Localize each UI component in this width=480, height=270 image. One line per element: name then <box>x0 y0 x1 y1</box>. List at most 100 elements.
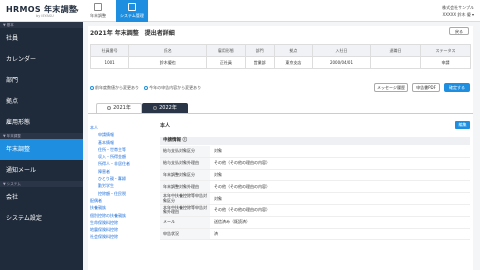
page-title: 2021年 年末調整 提出者詳細 <box>90 30 175 37</box>
tab-label: システム管理 <box>120 13 144 18</box>
status-cell: 申請 <box>420 56 471 69</box>
info-row: メール 送信済み（既読済） <box>160 216 470 229</box>
nav-link[interactable]: ひとり親・寡婦 <box>90 175 152 182</box>
sidebar-item-company[interactable]: 会社 <box>0 187 83 208</box>
sidebar-item-departments[interactable]: 部門 <box>0 70 83 91</box>
declaration-pdf-button[interactable]: 申告書PDF <box>412 83 440 92</box>
cell: 営業部 <box>244 56 275 69</box>
col-header: 部門 <box>244 44 275 57</box>
info-row: 申告状況済 <box>160 228 470 241</box>
row-label: 年末調整対象外理由 <box>160 181 210 193</box>
nav-link[interactable]: 勤労学生 <box>90 182 152 189</box>
caret-down-icon[interactable]: ▾ <box>76 8 79 14</box>
col-header: 退職日 <box>370 44 421 57</box>
application-info-rows: 給与支払対象区分 対象 給与支払対象外理由 その他（その他の理由の内容） 年末調整対… <box>160 146 470 241</box>
confirm-button[interactable]: 確定する <box>444 83 470 92</box>
row-value: 送信済み（既読済） <box>214 219 250 225</box>
nav-link[interactable]: 障害者 <box>90 168 152 175</box>
cell: 1001 <box>89 56 130 69</box>
changed-marker-icon <box>90 86 94 90</box>
col-header: 拠点 <box>273 44 314 57</box>
col-header: 雇用形態 <box>206 44 246 57</box>
main-panel: 2021年 年末調整 提出者詳細 戻る 社員番号 氏名 雇用形態 部門 拠点 入… <box>88 26 473 270</box>
edit-button[interactable]: 編集 <box>455 121 470 129</box>
tab-system-admin[interactable]: システム管理 <box>116 0 148 22</box>
sidebar-item-calendar[interactable]: カレンダー <box>0 49 83 70</box>
tab-divider <box>88 113 473 114</box>
nav-link[interactable]: 収入・所得金額 <box>90 153 152 160</box>
col-header: ステータス <box>420 44 471 57</box>
row-value: 対象 <box>214 195 222 201</box>
cell: 鈴木優也 <box>128 56 208 69</box>
account-menu[interactable]: 株式会社サンプル XXXXX 鈴木 優 ▾ <box>442 4 474 18</box>
row-value: その他（その他の理由の内容） <box>214 160 270 166</box>
radio-icon <box>153 105 158 110</box>
cell <box>370 56 421 69</box>
cell: 東京支店 <box>273 56 314 69</box>
section-nav: 本人 申請情報 基本情報 住所・世帯主等 収入・所得金額 所得人・非居住者 障害… <box>90 124 152 241</box>
employee-table: 社員番号 氏名 雇用形態 部門 拠点 入社日 退職日 ステータス 1001 鈴木… <box>89 44 471 69</box>
legend-notes: 前年度数値から変更あり 今年の申告内容から変更あり <box>90 85 201 91</box>
info-row: 給与支払対象外理由 その他（その他の理由の内容） <box>160 157 470 170</box>
nav-link[interactable]: 個別控除の扶養親族 <box>90 212 152 219</box>
nav-link[interactable]: 地震保険料控除 <box>90 226 152 233</box>
row-value: その他（その他の理由の内容） <box>214 183 270 189</box>
application-info-header: 申請情報 ⓘ <box>160 137 470 145</box>
cell: 正社員 <box>206 56 246 69</box>
info-row: 本年中扶養控除等申告対象外理由 その他（その他の理由の内容） <box>160 204 470 217</box>
row-label: 年末調整対象区分 <box>160 169 210 181</box>
nav-link[interactable]: 本人 <box>90 124 152 131</box>
changed-marker-icon <box>144 86 149 90</box>
nav-link[interactable]: 控除額・住民税 <box>90 190 152 197</box>
sidebar-item-employees[interactable]: 社員 <box>0 28 83 49</box>
info-row: 年末調整対象外理由 その他（その他の理由の内容） <box>160 181 470 194</box>
nav-link[interactable]: 基本情報 <box>90 139 152 146</box>
nav-link[interactable]: 申請情報 <box>90 131 152 138</box>
sidebar-item-year-end-adjustment[interactable]: 年末調整 <box>0 139 83 160</box>
tab-2021[interactable]: 2021年 <box>96 103 142 113</box>
year-label: 2022年 <box>159 105 177 111</box>
user-name: XXXXX 鈴木 優 ▾ <box>442 12 474 17</box>
row-label: 本年中扶養控除等申告対象区分 <box>160 193 210 204</box>
tab-year-end[interactable]: 年末調整 <box>85 0 111 22</box>
nav-link[interactable]: 社会保険料控除 <box>90 233 152 240</box>
radio-icon <box>107 105 112 110</box>
row-label: メール <box>160 216 210 228</box>
row-value: その他（その他の理由の内容） <box>214 207 270 213</box>
cell: 2000/04/01 <box>312 56 371 69</box>
tab-label: 年末調整 <box>90 13 106 18</box>
row-value: 対象 <box>214 148 222 154</box>
message-history-button[interactable]: メッセージ履歴 <box>374 83 408 92</box>
sidebar-item-locations[interactable]: 拠点 <box>0 91 83 112</box>
nav-link[interactable]: 生命保険料控除 <box>90 219 152 226</box>
detail-content: 本人 編集 申請情報 ⓘ 給与支払対象区分 対象 給与支払対象外理由 その他（その他… <box>160 121 470 241</box>
row-label: 本年中扶養控除等申告対象外理由 <box>160 204 210 216</box>
sidebar-item-employment-types[interactable]: 雇用形態 <box>0 112 83 133</box>
nav-link[interactable]: 所得人・非居住者 <box>90 160 152 167</box>
section-title: 本人 <box>160 123 171 129</box>
year-label: 2021年 <box>113 105 131 111</box>
tab-2022[interactable]: 2022年 <box>142 103 188 113</box>
sidebar-item-notification-mail[interactable]: 通知メール <box>0 160 83 181</box>
sidebar-item-system-settings[interactable]: システム設定 <box>0 208 83 229</box>
document-icon <box>94 3 102 11</box>
nav-link[interactable]: 扶養親族 <box>90 204 152 211</box>
app-logo[interactable]: HRMOS 年末調整 by IEYASU ▾ <box>0 0 83 22</box>
info-row: 給与支払対象区分 対象 <box>160 146 470 158</box>
monitor-icon <box>128 3 136 11</box>
note-this-year: 今年の申告内容から変更あり <box>149 85 202 90</box>
nav-link[interactable]: 配偶者 <box>90 197 152 204</box>
info-row: 本年中扶養控除等申告対象区分 対象 <box>160 193 470 205</box>
col-header: 氏名 <box>128 44 208 57</box>
back-button[interactable]: 戻る <box>449 27 469 35</box>
row-label: 給与支払対象外理由 <box>160 157 210 169</box>
company-name: 株式会社サンプル <box>442 5 474 10</box>
sidebar: HRMOS 年末調整 by IEYASU ▾ ▼ 基本 社員 カレンダー 部門 … <box>0 0 83 270</box>
row-label: 給与支払対象区分 <box>160 146 210 157</box>
top-bar: 年末調整 システム管理 株式会社サンプル XXXXX 鈴木 優 ▾ <box>83 0 480 22</box>
row-value: 対象 <box>214 171 222 177</box>
col-header: 入社日 <box>312 44 371 57</box>
row-label: 申告状況 <box>160 228 210 240</box>
nav-link[interactable]: 住所・世帯主等 <box>90 146 152 153</box>
note-prev-year: 前年度数値から変更あり <box>95 85 139 90</box>
